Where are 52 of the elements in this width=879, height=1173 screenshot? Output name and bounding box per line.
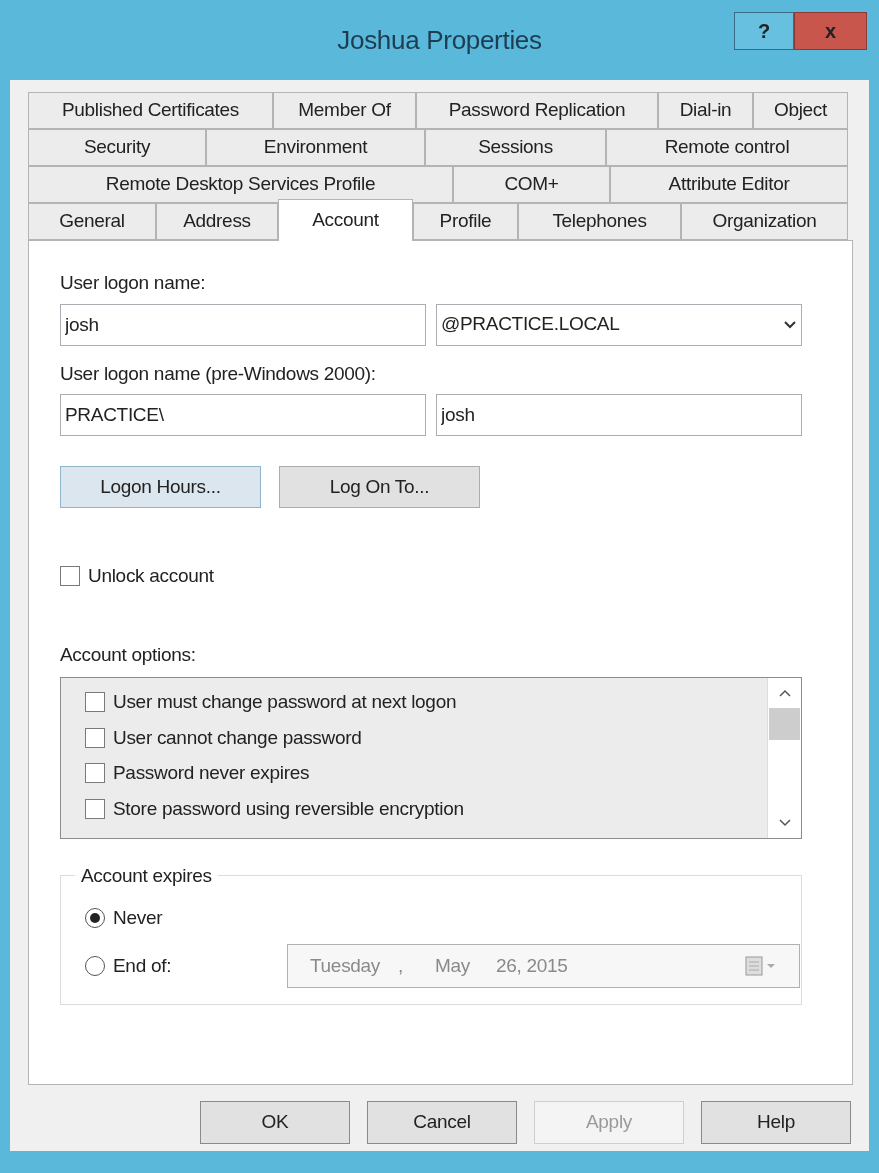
checkbox[interactable] — [85, 798, 105, 819]
domain-dropdown[interactable]: @PRACTICE.LOCAL — [436, 303, 802, 346]
chevron-down-icon — [783, 319, 797, 330]
tab[interactable]: COM+ — [453, 166, 610, 203]
checkbox[interactable] — [85, 692, 105, 713]
option-label: Store password using reversible encryption — [113, 796, 464, 821]
dialog-button[interactable]: Help — [701, 1101, 851, 1144]
input-field[interactable]: josh — [436, 394, 802, 436]
checkbox[interactable] — [85, 763, 105, 784]
dialog-button[interactable]: OK — [200, 1101, 350, 1144]
tab[interactable]: Telephones — [518, 203, 681, 240]
window-title: Joshua Properties — [337, 23, 542, 57]
close-button[interactable]: x — [794, 12, 867, 50]
tab[interactable]: Password Replication — [416, 92, 658, 129]
tab[interactable]: Remote control — [606, 129, 848, 166]
input-field[interactable]: PRACTICE\ — [60, 394, 426, 436]
dialog-button[interactable]: Cancel — [367, 1101, 517, 1144]
checkbox-label: Unlock account — [88, 564, 214, 588]
option-label: User must change password at next logon — [113, 690, 457, 714]
radio-label: Never — [113, 905, 164, 930]
input-field[interactable]: josh — [60, 303, 426, 346]
radio-label: End of: — [113, 953, 173, 978]
tab[interactable]: Environment — [206, 129, 425, 166]
tab[interactable]: Attribute Editor — [610, 166, 848, 203]
tab[interactable]: Remote Desktop Services Profile — [28, 166, 453, 203]
field-label: User logon name (pre-Windows 2000): — [60, 361, 377, 386]
checkbox[interactable] — [60, 566, 80, 587]
tab[interactable]: Account — [278, 199, 413, 241]
scrollbar-thumb[interactable] — [769, 708, 800, 740]
chevron-down-icon[interactable] — [777, 818, 792, 828]
help-button[interactable]: ? — [734, 12, 794, 50]
radio-button[interactable] — [85, 956, 105, 976]
option-label: Password never expires — [113, 761, 310, 785]
tab[interactable]: Dial-in — [658, 92, 753, 129]
tab[interactable]: Address — [156, 203, 278, 240]
tab[interactable]: Profile — [413, 203, 518, 240]
tab[interactable]: Member Of — [273, 92, 416, 129]
push-button[interactable]: Log On To... — [279, 466, 480, 508]
field-label: User logon name: — [60, 271, 207, 295]
checkbox[interactable] — [85, 727, 105, 748]
radio-button[interactable] — [85, 908, 105, 928]
tab[interactable]: Published Certificates — [28, 92, 273, 129]
section-label: Account options: — [60, 642, 197, 667]
push-button[interactable]: Logon Hours... — [60, 466, 261, 508]
tab[interactable]: Organization — [681, 203, 848, 240]
option-label: User cannot change password — [113, 725, 362, 750]
tab[interactable]: Object — [753, 92, 848, 129]
tab[interactable]: Security — [28, 129, 206, 166]
tab[interactable]: General — [28, 203, 156, 240]
chevron-up-icon[interactable] — [777, 688, 792, 698]
scrollbar[interactable] — [767, 678, 801, 838]
tab[interactable]: Sessions — [425, 129, 606, 166]
